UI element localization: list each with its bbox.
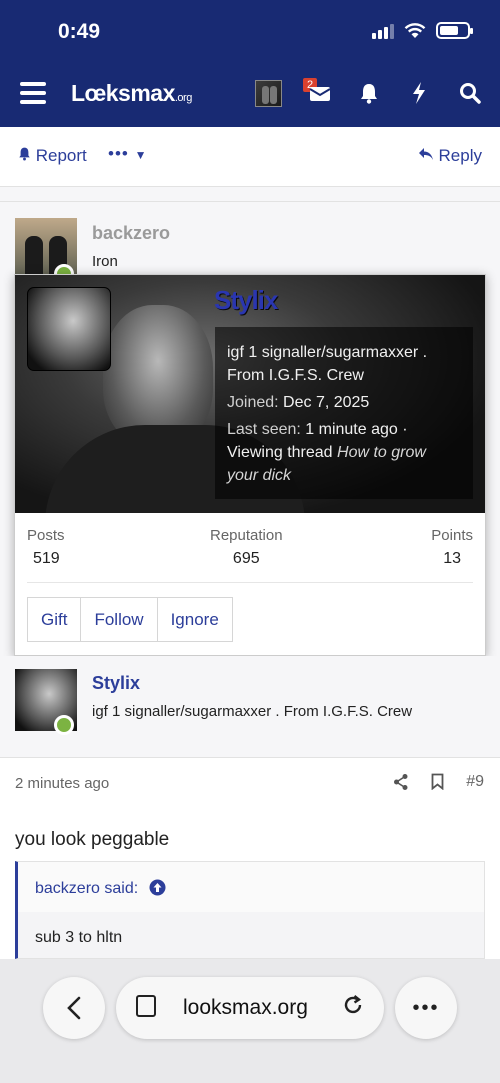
- address-bar[interactable]: looksmax.org: [116, 977, 384, 1039]
- more-label: •••: [108, 144, 129, 163]
- nav-bar: Lœksmax.org 2: [0, 72, 500, 116]
- stat-points[interactable]: Points 13: [431, 527, 473, 568]
- stat-value: 519: [33, 550, 60, 567]
- menu-icon[interactable]: [20, 82, 46, 104]
- battery-icon: [436, 22, 473, 39]
- quote-header[interactable]: backzero said:: [18, 862, 484, 912]
- post-number[interactable]: #9: [466, 773, 484, 791]
- stat-value: 695: [232, 550, 260, 567]
- site-logo[interactable]: Lœksmax.org: [71, 80, 192, 107]
- app-header: 0:49 Lœksmax.org 2: [0, 0, 500, 127]
- reply-button[interactable]: Reply: [418, 146, 482, 166]
- status-time: 0:49: [58, 20, 101, 43]
- joined-row: Joined: Dec 7, 2025: [227, 391, 461, 414]
- report-button[interactable]: Report: [18, 146, 87, 166]
- last-seen-label: Last seen:: [227, 421, 301, 438]
- more-menu-button[interactable]: ••• ▼: [108, 144, 147, 164]
- member-stats: Posts 519 Reputation 695 Points 13: [27, 527, 473, 583]
- online-indicator: [54, 715, 74, 735]
- quote-text: sub 3 to hltn: [35, 929, 123, 946]
- bookmark-icon[interactable]: [431, 773, 444, 790]
- cellular-signal-icon: [372, 23, 394, 39]
- user-avatar[interactable]: [255, 80, 282, 107]
- search-icon[interactable]: [459, 82, 481, 104]
- member-info-panel: igf 1 signaller/sugarmaxxer . From I.G.F…: [215, 327, 473, 499]
- username[interactable]: Stylix: [92, 673, 140, 694]
- last-seen-row: Last seen: 1 minute ago ·: [227, 418, 461, 441]
- stat-label: Posts: [27, 527, 65, 544]
- quote-author: backzero said:: [35, 880, 139, 897]
- stat-reputation[interactable]: Reputation 695: [210, 527, 283, 568]
- browser-more-button[interactable]: •••: [395, 977, 457, 1039]
- post-meta-row: 2 minutes ago #9: [0, 757, 500, 809]
- share-icon[interactable]: [393, 773, 409, 791]
- joined-label: Joined:: [227, 394, 279, 411]
- browser-toolbar: looksmax.org •••: [0, 959, 500, 1083]
- chevron-left-icon: [67, 996, 81, 1020]
- username[interactable]: backzero: [92, 223, 170, 244]
- reply-icon: [418, 148, 433, 160]
- activity-prefix: Viewing thread: [227, 444, 333, 461]
- stat-posts[interactable]: Posts 519: [27, 527, 65, 568]
- member-tooltip-card: Stylix igf 1 signaller/sugarmaxxer . Fro…: [14, 274, 486, 656]
- member-title: igf 1 signaller/sugarmaxxer . From I.G.F…: [227, 344, 428, 384]
- bell-icon[interactable]: [359, 82, 379, 104]
- reply-label: Reply: [438, 146, 482, 165]
- last-seen-value: 1 minute ago ·: [305, 421, 408, 438]
- post-meta-actions: #9: [393, 773, 484, 791]
- arrow-up-circle-icon: [149, 879, 166, 896]
- browser-more-label: •••: [412, 996, 440, 1019]
- post-body: you look peggable backzero said: sub 3 t…: [0, 809, 500, 959]
- wifi-icon: [404, 22, 426, 38]
- reload-icon[interactable]: [342, 994, 364, 1016]
- member-username[interactable]: Stylix: [214, 285, 278, 316]
- member-avatar[interactable]: [27, 287, 111, 371]
- url-text: looksmax.org: [183, 996, 308, 1019]
- bell-icon: [19, 147, 30, 161]
- gift-button[interactable]: Gift: [27, 597, 82, 642]
- quote-block: backzero said: sub 3 to hltn: [15, 861, 485, 959]
- inbox-icon[interactable]: [309, 84, 331, 102]
- page-menu-icon[interactable]: [136, 995, 156, 1017]
- user-rank: Iron: [92, 253, 118, 270]
- post-timestamp[interactable]: 2 minutes ago: [15, 775, 109, 792]
- activity-row: Viewing thread How to grow your dick: [227, 441, 461, 487]
- member-action-buttons: Gift Follow Ignore: [27, 597, 233, 642]
- stat-value: 13: [443, 550, 461, 567]
- stat-label: Points: [431, 527, 473, 544]
- ignore-button[interactable]: Ignore: [156, 597, 233, 642]
- report-label: Report: [35, 146, 87, 165]
- post-header-stylix: Stylix igf 1 signaller/sugarmaxxer . Fro…: [0, 656, 500, 756]
- post-action-bar: Report ••• ▼ Reply: [0, 127, 500, 187]
- post-message: you look peggable: [15, 829, 170, 850]
- logo-suffix: .org: [174, 92, 192, 104]
- lightning-icon[interactable]: [411, 81, 427, 105]
- back-button[interactable]: [43, 977, 105, 1039]
- follow-button[interactable]: Follow: [80, 597, 158, 642]
- joined-value: Dec 7, 2025: [283, 394, 370, 411]
- stat-label: Reputation: [210, 527, 283, 544]
- chevron-down-icon: ▼: [134, 148, 148, 162]
- status-icons: [372, 22, 473, 39]
- user-rank: igf 1 signaller/sugarmaxxer . From I.G.F…: [92, 703, 413, 720]
- logo-text: Lœksmax: [71, 80, 175, 106]
